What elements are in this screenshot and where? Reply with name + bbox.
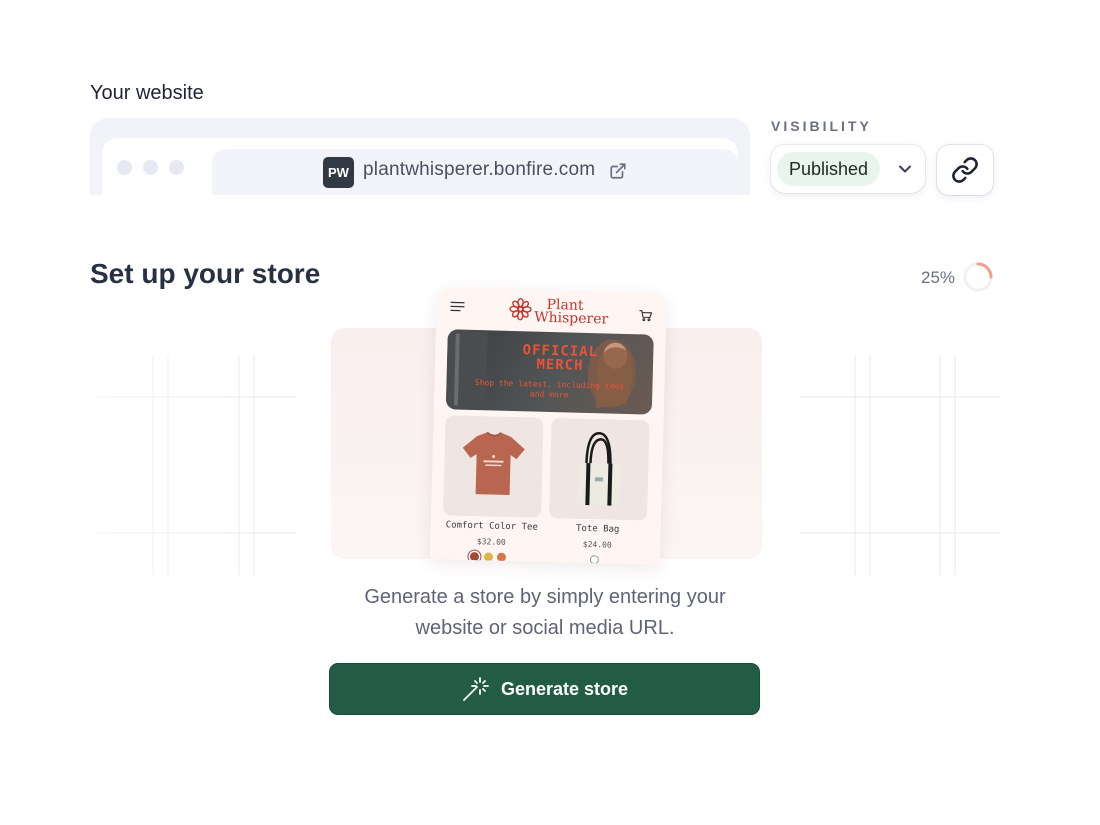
status-badge: Published — [777, 152, 881, 186]
color-swatch — [589, 555, 600, 565]
cart-icon — [639, 310, 653, 322]
store-preview-phone: Plant Whisperer OFFICIAL MERCH Shop the … — [429, 287, 667, 565]
browser-window: PW plantwhisperer.bonfire.com — [102, 138, 738, 195]
hero-banner: OFFICIAL MERCH Shop the latest, includin… — [445, 329, 654, 415]
setup-store-title: Set up your store — [90, 258, 321, 289]
tote-bag-icon — [577, 432, 621, 506]
window-dot-icon — [117, 160, 132, 175]
description-line: website or social media URL. — [415, 617, 675, 639]
product-price: $32.00 — [476, 537, 506, 547]
site-badge: PW — [323, 157, 354, 188]
website-preview-frame: PW plantwhisperer.bonfire.com — [90, 118, 750, 195]
link-icon — [952, 157, 978, 183]
decorative-grid — [95, 355, 295, 575]
visibility-label: VISIBILITY — [771, 118, 872, 134]
url-bar[interactable]: PW plantwhisperer.bonfire.com — [212, 149, 738, 195]
website-label: Your website — [90, 82, 204, 104]
menu-icon — [450, 301, 465, 312]
chevron-down-icon — [899, 165, 911, 173]
brand-line: Whisperer — [534, 309, 609, 328]
decorative-grid — [800, 355, 1000, 575]
product-image — [548, 418, 650, 521]
generate-store-button[interactable]: Generate store — [329, 663, 760, 715]
product-price: $24.00 — [582, 539, 612, 550]
product-name: Tote Bag — [575, 523, 620, 535]
product-image — [443, 415, 544, 518]
description-line: Generate a store by simply entering your — [364, 586, 726, 608]
window-dot-icon — [169, 160, 184, 175]
copy-link-button[interactable] — [937, 145, 993, 195]
hero-title: OFFICIAL MERCH — [522, 342, 599, 374]
hero-subtitle: Shop the latest, including tees and more — [474, 378, 625, 400]
color-swatch — [483, 552, 494, 562]
brand-name: Plant Whisperer — [534, 297, 609, 328]
progress-ring — [963, 262, 993, 292]
setup-description: Generate a store by simply entering your… — [300, 582, 790, 644]
website-url-link[interactable]: plantwhisperer.bonfire.com — [363, 159, 595, 181]
visibility-dropdown[interactable]: Published — [771, 145, 925, 193]
generate-store-label: Generate store — [500, 678, 629, 699]
progress-percent: 25% — [921, 268, 956, 287]
color-swatch — [496, 552, 507, 562]
product-name: Comfort Color Tee — [445, 520, 538, 533]
magic-wand-icon — [463, 677, 489, 701]
color-swatch — [469, 551, 480, 562]
window-dot-icon — [143, 160, 158, 175]
flower-logo-icon — [509, 297, 532, 321]
external-link-icon[interactable] — [609, 162, 627, 180]
tshirt-icon — [462, 431, 525, 495]
